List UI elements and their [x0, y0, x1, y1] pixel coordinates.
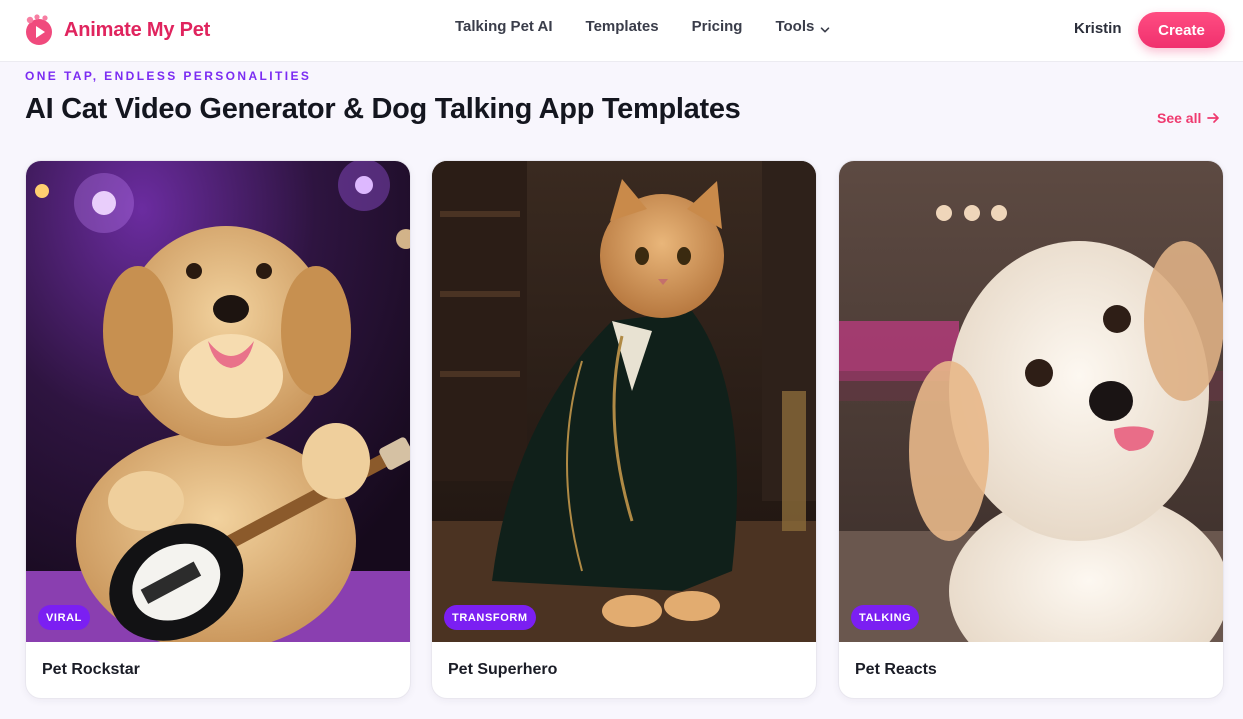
template-title: Pet Superhero [448, 661, 558, 678]
brand-logo[interactable]: Animate My Pet [24, 14, 210, 46]
template-thumbnail [432, 161, 816, 642]
template-title: Pet Rockstar [42, 661, 140, 678]
template-thumbnail [839, 161, 1223, 642]
section-eyebrow: ONE TAP, ENDLESS PERSONALITIES [25, 69, 312, 83]
create-button[interactable]: Create [1138, 12, 1225, 48]
badge-viral: VIRAL [38, 605, 90, 630]
nav-label: Templates [585, 18, 659, 35]
nav-label: Tools [775, 18, 815, 35]
white-dog-image [839, 161, 1223, 642]
puppy-guitar-image [26, 161, 410, 642]
nav-templates[interactable]: Templates [586, 18, 659, 35]
cat-velvet-coat-image [432, 161, 816, 642]
user-account-link[interactable]: Kristin [1074, 20, 1122, 37]
template-thumbnail [26, 161, 410, 642]
template-card-pet-rockstar[interactable]: VIRAL Pet Rockstar [25, 160, 411, 699]
arrow-right-icon [1207, 113, 1220, 123]
template-card-pet-reacts[interactable]: TALKING Pet Reacts [838, 160, 1224, 699]
nav-tools-dropdown[interactable]: Tools [775, 18, 830, 35]
nav-talking-pet-ai[interactable]: Talking Pet AI [455, 18, 553, 35]
badge-talking: TALKING [851, 605, 920, 630]
nav-label: Talking Pet AI [455, 18, 553, 35]
logo-play-icon [24, 14, 54, 46]
main-nav: Talking Pet AI Templates Pricing Tools [455, 18, 830, 35]
template-card-pet-superhero[interactable]: TRANSFORM Pet Superhero [431, 160, 817, 699]
see-all-label: See all [1157, 110, 1202, 126]
badge-transform: TRANSFORM [444, 605, 536, 630]
nav-pricing[interactable]: Pricing [692, 18, 743, 35]
section-title: AI Cat Video Generator & Dog Talking App… [25, 93, 741, 125]
nav-label: Pricing [691, 18, 743, 35]
brand-name: Animate My Pet [64, 18, 211, 41]
top-header: Animate My Pet Talking Pet AI Templates … [0, 0, 1243, 62]
chevron-down-icon [820, 22, 830, 32]
template-title: Pet Reacts [855, 661, 937, 678]
see-all-link[interactable]: See all [1157, 110, 1220, 126]
